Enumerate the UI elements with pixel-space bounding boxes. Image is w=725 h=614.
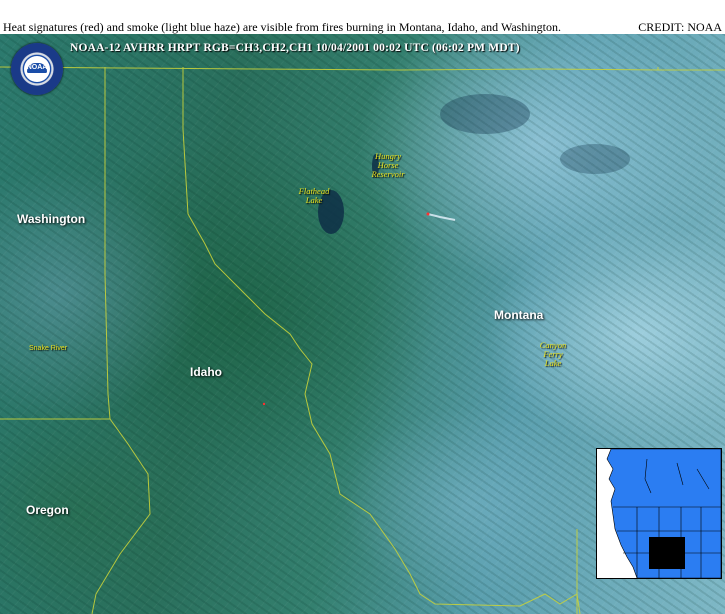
state-label-idaho: Idaho (190, 365, 222, 379)
feature-label-snake-river: Snake River (29, 345, 68, 352)
state-label-oregon: Oregon (26, 503, 69, 517)
fire-heat-signature-2 (262, 402, 266, 406)
fire-smoke-plume (427, 213, 456, 221)
wa-id-border (104, 67, 111, 420)
locator-inset-map (596, 448, 722, 579)
state-label-washington: Washington (17, 212, 86, 226)
feature-line: Reservoir (371, 169, 405, 179)
inset-graphic (597, 449, 721, 578)
caption-text: Heat signatures (red) and smoke (light b… (3, 20, 561, 34)
state-label-montana: Montana (494, 308, 544, 322)
feature-line: Lake (305, 195, 323, 205)
image-header: NOAA-12 AVHRR HRPT RGB=CH3,CH2,CH1 10/04… (70, 42, 520, 54)
feature-label-flathead: Flathead Lake (294, 187, 334, 205)
canada-border (0, 66, 725, 71)
noaa-logo: NOAA (11, 43, 63, 95)
id-or-border (91, 418, 151, 614)
credit-text: CREDIT: NOAA (638, 20, 722, 34)
inset-highlight-box (649, 537, 685, 569)
caption-bar: Heat signatures (red) and smoke (light b… (0, 0, 725, 34)
fire-heat-signature (426, 212, 430, 216)
id-mt-border (182, 67, 581, 614)
feature-label-hungry-horse: Hungry Horse Reservoir (366, 152, 410, 179)
feature-label-canyon-ferry: Canyon Ferry Lake (534, 341, 572, 368)
logo-text: NOAA (26, 64, 48, 71)
feature-line: Lake (544, 358, 562, 368)
